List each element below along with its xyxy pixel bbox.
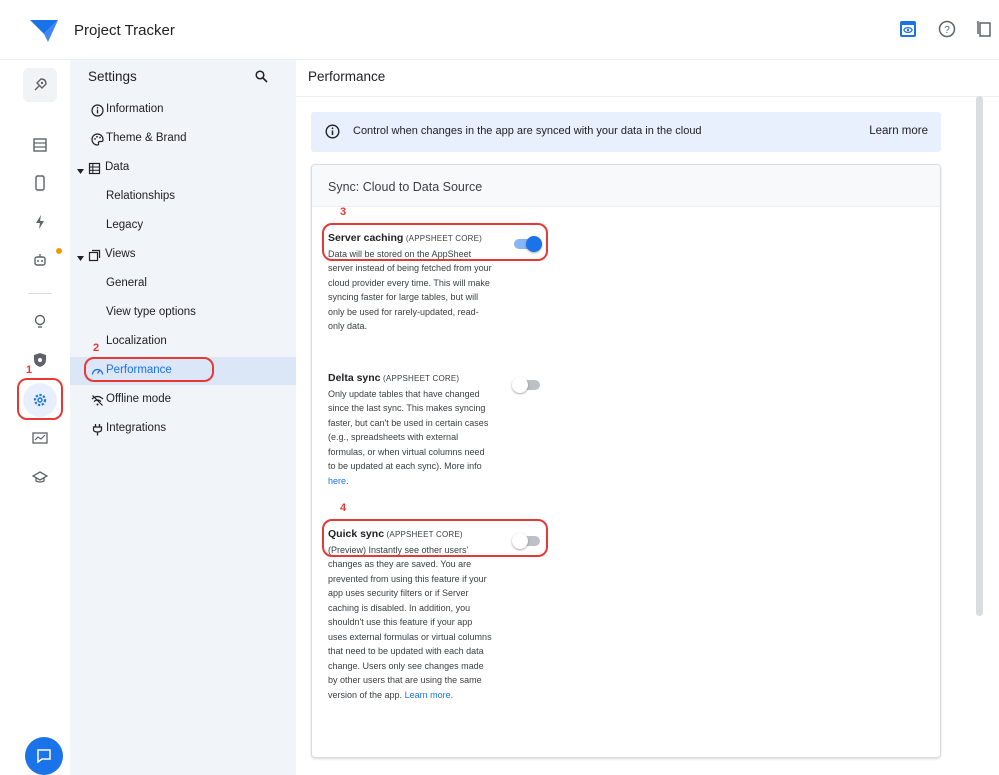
wifi-off-icon <box>90 393 104 407</box>
learn-icon[interactable] <box>23 460 57 494</box>
svg-text:?: ? <box>944 25 950 36</box>
card-header: Sync: Cloud to Data Source <box>312 165 940 207</box>
phone-icon[interactable] <box>23 166 57 200</box>
notification-dot <box>56 248 62 254</box>
monitor-icon[interactable] <box>23 421 57 455</box>
caret-down-icon[interactable] <box>77 252 84 264</box>
nav-label: Views <box>105 248 136 260</box>
learn-more-link[interactable]: Learn more <box>405 690 451 700</box>
callout-number: 4 <box>340 502 347 514</box>
chat-button[interactable] <box>25 737 63 775</box>
rocket-icon[interactable] <box>23 68 57 102</box>
copy-icon[interactable] <box>976 20 994 43</box>
nav-label: Data <box>105 161 130 173</box>
rail-divider <box>28 293 52 294</box>
callout-number: 1 <box>26 364 33 376</box>
callout-server-caching <box>322 223 548 261</box>
lightbulb-icon[interactable] <box>23 305 57 339</box>
callout-number: 2 <box>93 342 100 354</box>
preview-icon[interactable] <box>899 20 917 43</box>
help-icon[interactable]: ? <box>938 20 956 43</box>
info-icon <box>90 103 104 117</box>
main-content: Performance Control when changes in the … <box>296 60 999 775</box>
punctuation: . <box>346 475 349 486</box>
data-table-icon[interactable] <box>23 128 57 162</box>
header-divider <box>296 96 999 97</box>
settings-panel: Settings Information Theme & Brand Data … <box>70 60 296 775</box>
nav-item-offline-mode[interactable]: Offline mode <box>70 386 296 414</box>
delta-sync-toggle[interactable] <box>512 375 542 395</box>
nav-label: Theme & Brand <box>106 132 187 144</box>
nav-item-relationships[interactable]: Relationships <box>70 183 296 211</box>
callout-performance <box>84 357 214 382</box>
table-icon <box>87 161 101 175</box>
panel-title: Settings <box>88 69 137 84</box>
plug-icon <box>90 422 104 436</box>
banner-text: Control when changes in the app are sync… <box>353 125 702 137</box>
palette-icon <box>90 132 104 146</box>
setting-description: Only update tables that have changed sin… <box>328 388 489 472</box>
more-info-link[interactable]: here <box>328 476 346 486</box>
punctuation: . <box>450 689 454 700</box>
search-icon[interactable] <box>255 70 268 88</box>
nav-label: View type options <box>106 306 196 318</box>
learn-more-link[interactable]: Learn more <box>869 125 928 137</box>
setting-name: Delta sync <box>328 372 381 384</box>
views-icon <box>87 248 101 262</box>
nav-item-legacy[interactable]: Legacy <box>70 212 296 240</box>
top-bar: Project Tracker ? <box>0 0 999 60</box>
nav-item-theme-brand[interactable]: Theme & Brand <box>70 125 296 153</box>
setting-delta-sync: Delta sync (APPSHEET CORE) Only update t… <box>328 371 493 488</box>
nav-item-views[interactable]: Views <box>70 241 296 269</box>
nav-label: Localization <box>106 335 167 347</box>
nav-label: Legacy <box>106 219 144 231</box>
caret-down-icon[interactable] <box>77 165 84 177</box>
nav-item-view-type-options[interactable]: View type options <box>70 299 296 327</box>
nav-label: Relationships <box>106 190 176 202</box>
setting-tag: (APPSHEET CORE) <box>383 374 460 383</box>
chat-icon <box>37 749 51 764</box>
scrollbar-thumb[interactable] <box>976 96 983 616</box>
appsheet-logo <box>30 20 58 42</box>
page-title: Performance <box>308 69 386 84</box>
info-banner: Control when changes in the app are sync… <box>311 112 941 152</box>
callout-quick-sync <box>322 519 548 557</box>
nav-item-integrations[interactable]: Integrations <box>70 415 296 443</box>
setting-description: (Preview) Instantly see other users' cha… <box>328 544 492 700</box>
card-title: Sync: Cloud to Data Source <box>328 180 483 194</box>
nav-label: Integrations <box>106 422 167 434</box>
app-title: Project Tracker <box>74 22 175 39</box>
bot-icon[interactable] <box>23 243 62 277</box>
callout-settings-rail <box>17 378 63 420</box>
nav-label: General <box>106 277 147 289</box>
nav-item-localization[interactable]: Localization <box>70 328 296 356</box>
info-icon <box>325 124 340 144</box>
callout-number: 3 <box>340 206 347 218</box>
nav-item-data[interactable]: Data <box>70 154 296 182</box>
nav-label: Information <box>106 103 164 115</box>
nav-item-general[interactable]: General <box>70 270 296 298</box>
nav-item-information[interactable]: Information <box>70 96 296 124</box>
nav-label: Offline mode <box>106 393 171 405</box>
bolt-icon[interactable] <box>23 205 57 239</box>
